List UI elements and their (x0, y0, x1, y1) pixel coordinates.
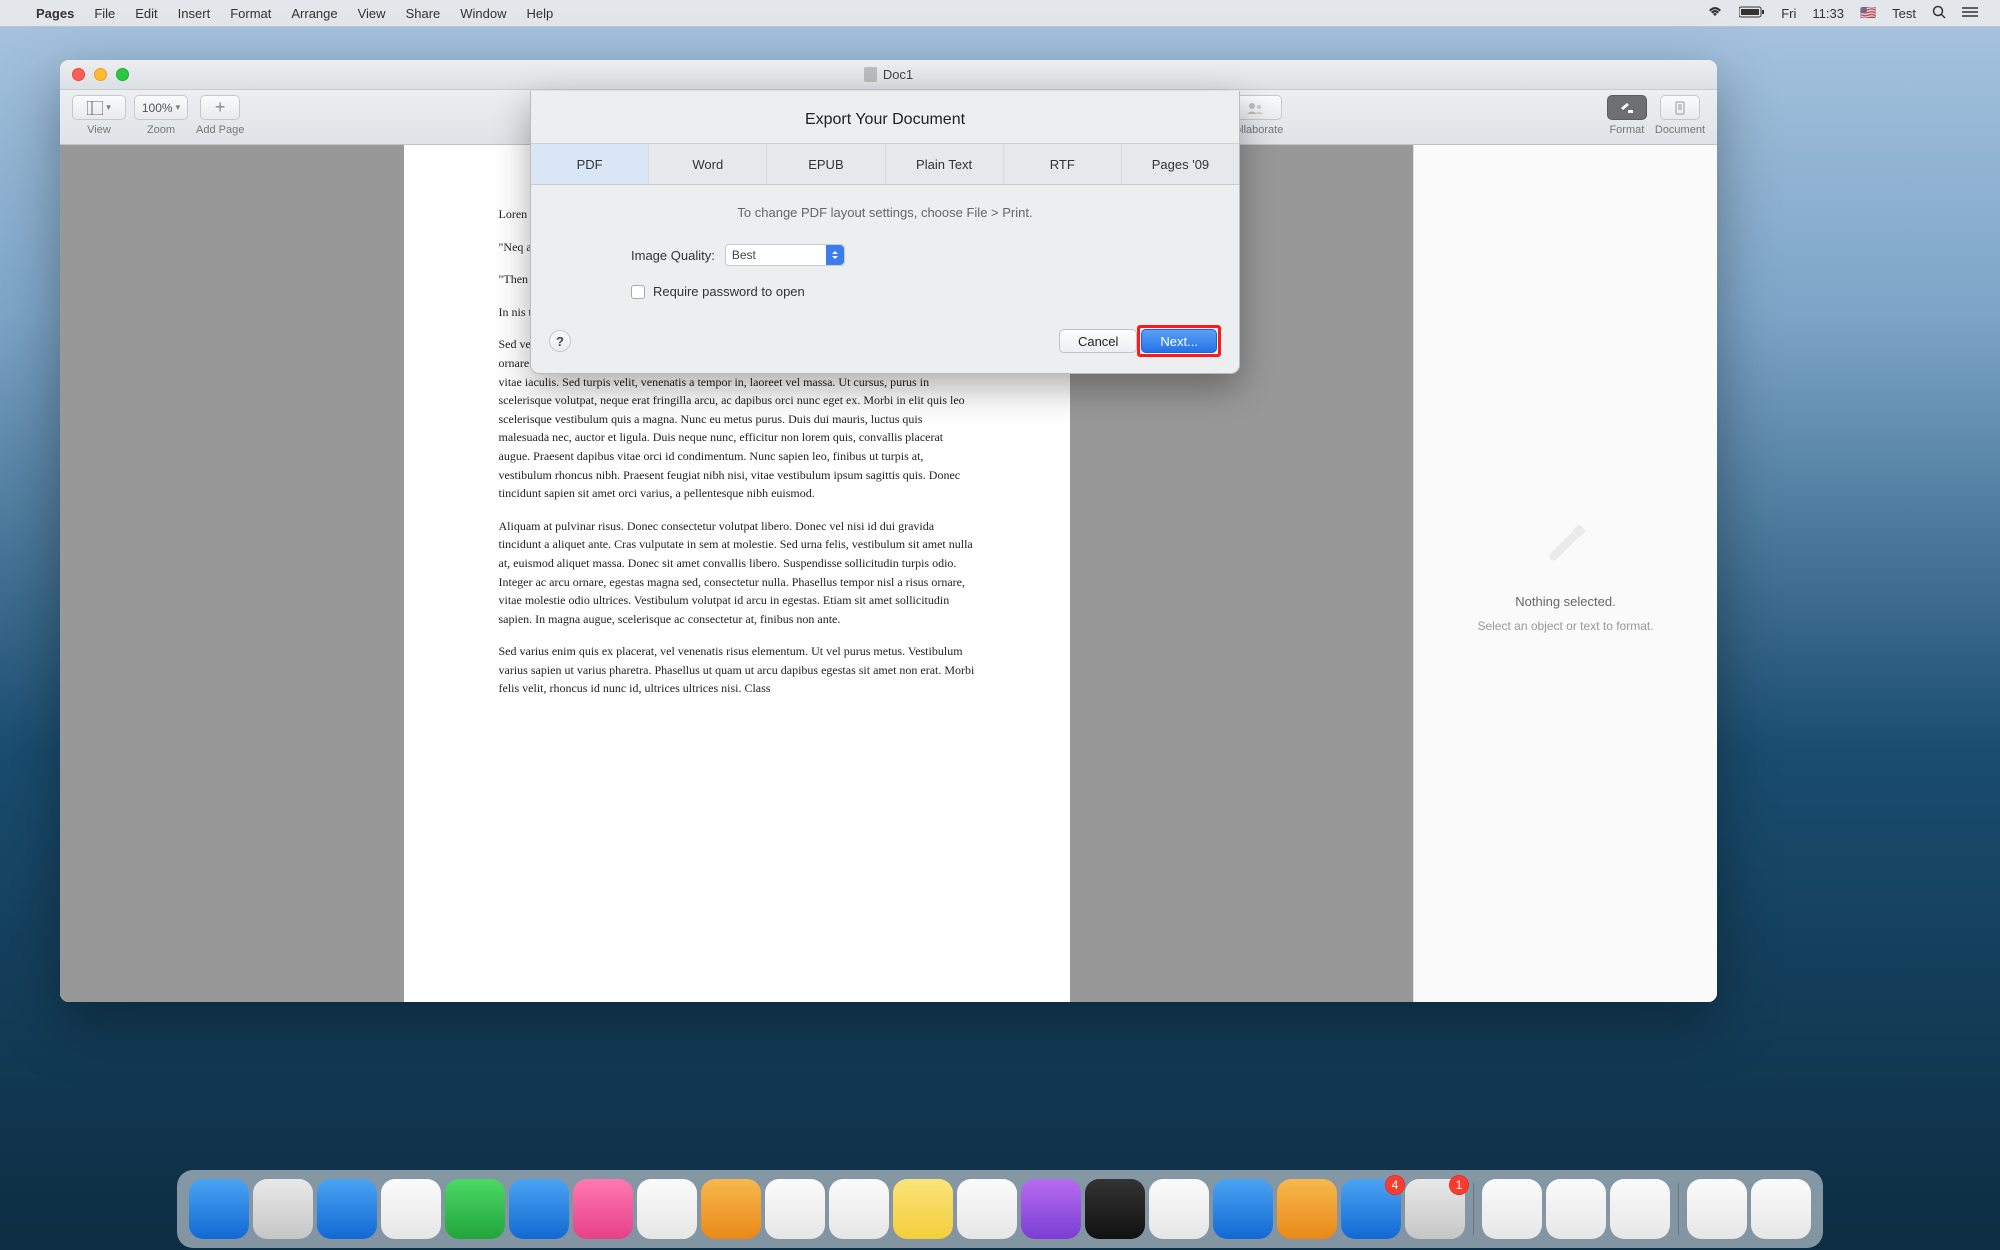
menu-view[interactable]: View (348, 6, 396, 21)
dock-podcasts[interactable] (1021, 1179, 1081, 1239)
tab-rtf[interactable]: RTF (1004, 144, 1122, 184)
document-icon (864, 67, 877, 82)
menu-share[interactable]: Share (396, 6, 451, 21)
menu-help[interactable]: Help (517, 6, 564, 21)
document-button[interactable] (1660, 95, 1700, 120)
next-button[interactable]: Next... (1141, 329, 1217, 353)
highlight-annotation: Next... (1137, 325, 1221, 357)
dock-separator (1473, 1183, 1474, 1235)
spotlight-icon[interactable] (1924, 5, 1954, 22)
dock-pages[interactable] (1277, 1179, 1337, 1239)
badge: 4 (1385, 1175, 1405, 1195)
dock-keynote[interactable] (1213, 1179, 1273, 1239)
window-minimize-button[interactable] (94, 68, 107, 81)
dock-launchpad[interactable] (253, 1179, 313, 1239)
dock-tv[interactable] (1085, 1179, 1145, 1239)
dock-chrome[interactable] (1482, 1179, 1542, 1239)
wifi-icon[interactable] (1699, 6, 1731, 21)
menubar-user[interactable]: Test (1884, 6, 1924, 21)
tab-plaintext[interactable]: Plain Text (886, 144, 1004, 184)
brush-icon (1538, 514, 1594, 570)
tab-pdf[interactable]: PDF (531, 144, 649, 184)
dock-numbers[interactable] (1149, 1179, 1209, 1239)
dock-appstore[interactable]: 4 (1341, 1179, 1401, 1239)
tab-word[interactable]: Word (649, 144, 767, 184)
tab-pages09[interactable]: Pages '09 (1122, 144, 1239, 184)
password-label: Require password to open (653, 284, 805, 299)
dock-separator (1678, 1183, 1679, 1235)
menubar-time[interactable]: 11:33 (1804, 6, 1852, 21)
dock-books[interactable] (701, 1179, 761, 1239)
flag-icon[interactable]: 🇺🇸 (1852, 5, 1884, 21)
menu-file[interactable]: File (84, 6, 125, 21)
image-quality-label: Image Quality: (631, 248, 715, 263)
menu-insert[interactable]: Insert (168, 6, 221, 21)
dock-doc1[interactable] (1546, 1179, 1606, 1239)
dock-finder[interactable] (189, 1179, 249, 1239)
tab-epub[interactable]: EPUB (767, 144, 885, 184)
view-button[interactable]: ▾ (72, 95, 126, 120)
dock-folder[interactable] (1687, 1179, 1747, 1239)
menubar-day[interactable]: Fri (1773, 6, 1804, 21)
window-title: Doc1 (883, 67, 913, 82)
inspector-title: Nothing selected. (1515, 594, 1615, 609)
badge: 1 (1449, 1175, 1469, 1195)
menu-app[interactable]: Pages (26, 6, 84, 21)
cancel-button[interactable]: Cancel (1059, 329, 1137, 353)
export-sheet: Export Your Document PDF Word EPUB Plain… (530, 91, 1240, 374)
tool-add-page: + Add Page (196, 95, 244, 136)
dock-reminders[interactable] (829, 1179, 889, 1239)
select-arrows-icon (826, 245, 844, 265)
window-controls (72, 68, 129, 81)
doc-paragraph[interactable]: Sed varius enim quis ex placerat, vel ve… (499, 642, 975, 698)
inspector-subtitle: Select an object or text to format. (1477, 619, 1653, 633)
help-button[interactable]: ? (549, 330, 571, 352)
titlebar[interactable]: Doc1 (60, 60, 1717, 90)
menu-edit[interactable]: Edit (125, 6, 167, 21)
sheet-tabs: PDF Word EPUB Plain Text RTF Pages '09 (531, 143, 1239, 185)
dock-calendar[interactable] (765, 1179, 825, 1239)
dock-safari[interactable] (317, 1179, 377, 1239)
sheet-body: To change PDF layout settings, choose Fi… (531, 185, 1239, 303)
tool-view: ▾ View (72, 95, 126, 136)
battery-icon[interactable] (1731, 6, 1773, 21)
menu-arrange[interactable]: Arrange (281, 6, 347, 21)
dock: 4 1 (177, 1170, 1823, 1248)
format-button[interactable] (1607, 95, 1647, 120)
sheet-footer: ? Cancel Next... (531, 303, 1239, 357)
dock-maps[interactable] (573, 1179, 633, 1239)
dock-sysprefs[interactable]: 1 (1405, 1179, 1465, 1239)
control-center-icon[interactable] (1954, 6, 1986, 21)
dock-messages[interactable] (445, 1179, 505, 1239)
window-zoom-button[interactable] (116, 68, 129, 81)
dock-music[interactable] (957, 1179, 1017, 1239)
dock-trash[interactable] (1751, 1179, 1811, 1239)
dock-contacts[interactable] (509, 1179, 569, 1239)
inspector-panel: Nothing selected. Select an object or te… (1413, 145, 1717, 1002)
menu-format[interactable]: Format (220, 6, 281, 21)
sheet-help-text: To change PDF layout settings, choose Fi… (571, 205, 1199, 220)
sheet-title: Export Your Document (531, 91, 1239, 143)
menu-window[interactable]: Window (450, 6, 516, 21)
password-checkbox[interactable] (631, 285, 645, 299)
zoom-select[interactable]: 100% ▾ (134, 95, 188, 120)
add-page-button[interactable]: + (200, 95, 240, 120)
doc-paragraph[interactable]: Aliquam at pulvinar risus. Donec consect… (499, 517, 975, 629)
dock-mail[interactable] (381, 1179, 441, 1239)
image-quality-select[interactable]: Best (725, 244, 845, 266)
dock-photos[interactable] (637, 1179, 697, 1239)
app-window: Doc1 ▾ View 100% ▾ Zoom + Add Page ¶▾Ins… (60, 60, 1717, 1002)
tool-zoom: 100% ▾ Zoom (134, 95, 188, 136)
window-close-button[interactable] (72, 68, 85, 81)
menubar: Pages File Edit Insert Format Arrange Vi… (0, 0, 2000, 27)
dock-doc2[interactable] (1610, 1179, 1670, 1239)
dock-notes[interactable] (893, 1179, 953, 1239)
